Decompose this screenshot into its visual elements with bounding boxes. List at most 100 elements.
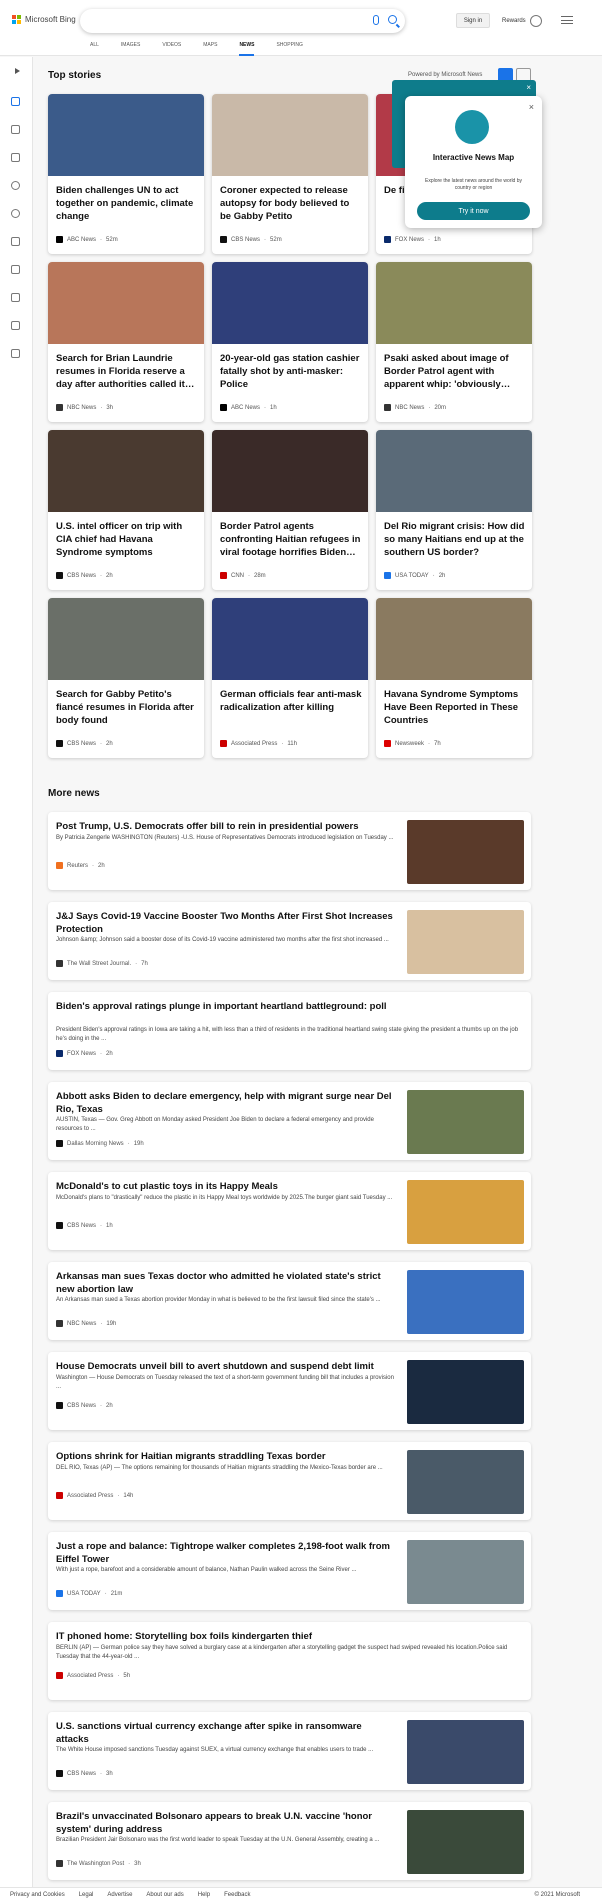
microphone-icon[interactable] <box>373 15 379 25</box>
news-source: The Washington Post · 3h <box>56 1860 141 1867</box>
tab-videos[interactable]: VIDEOS <box>162 42 181 56</box>
menu-icon[interactable] <box>561 16 573 24</box>
news-title: Options shrink for Haitian migrants stra… <box>56 1451 326 1462</box>
footer-link[interactable]: Privacy and Cookies <box>10 1892 65 1898</box>
story-card[interactable]: Biden challenges UN to act together on p… <box>48 94 204 254</box>
news-row[interactable]: Options shrink for Haitian migrants stra… <box>48 1442 531 1520</box>
news-source: Associated Press · 14h <box>56 1492 133 1499</box>
source-logo-icon <box>384 740 391 747</box>
rewards-button[interactable]: Rewards <box>502 15 542 27</box>
story-card[interactable]: Border Patrol agents confronting Haitian… <box>212 430 368 590</box>
news-thumbnail <box>407 1090 524 1154</box>
news-description: AUSTIN, Texas — Gov. Greg Abbott on Mond… <box>56 1117 374 1132</box>
story-title: Search for Gabby Petito's fiancé resumes… <box>56 689 194 726</box>
bing-logo[interactable]: Microsoft Bing <box>12 15 76 24</box>
story-card[interactable]: Coroner expected to release autopsy for … <box>212 94 368 254</box>
search-input[interactable] <box>80 9 405 33</box>
story-title: Havana Syndrome Symptoms Have Been Repor… <box>384 689 519 726</box>
rocket-icon[interactable] <box>11 265 20 274</box>
news-row[interactable]: Biden's approval ratings plunge in impor… <box>48 992 531 1070</box>
flag-icon[interactable] <box>11 153 20 162</box>
footer-link[interactable]: Feedback <box>224 1892 250 1898</box>
source-logo-icon <box>384 404 391 411</box>
news-age: 21m <box>110 1590 123 1597</box>
footer-link[interactable]: About our ads <box>146 1892 183 1898</box>
government-icon[interactable] <box>11 321 20 330</box>
story-card[interactable]: German officials fear anti-mask radicali… <box>212 598 368 758</box>
news-row[interactable]: IT phoned home: Storytelling box foils k… <box>48 1622 531 1700</box>
expand-chevron-icon[interactable] <box>11 67 20 76</box>
source-logo-icon <box>56 1140 63 1147</box>
news-thumbnail <box>407 910 524 974</box>
separator: · <box>117 1492 120 1499</box>
science-icon[interactable] <box>11 237 20 246</box>
news-description: DEL RIO, Texas (AP) — The options remain… <box>56 1465 383 1471</box>
source-logo-icon <box>220 740 227 747</box>
separator: · <box>281 740 284 747</box>
news-row[interactable]: Abbott asks Biden to declare emergency, … <box>48 1082 531 1160</box>
news-description: An Arkansas man sued a Texas abortion pr… <box>56 1297 381 1303</box>
search-icon[interactable] <box>388 15 397 24</box>
story-card[interactable]: Search for Gabby Petito's fiancé resumes… <box>48 598 204 758</box>
tab-maps[interactable]: MAPS <box>203 42 217 56</box>
film-icon[interactable] <box>11 293 20 302</box>
tab-all[interactable]: ALL <box>90 42 99 56</box>
home-icon[interactable] <box>11 97 20 106</box>
story-age: 1h <box>434 236 441 243</box>
separator: · <box>127 1140 130 1147</box>
try-it-now-button[interactable]: Try it now <box>417 202 530 220</box>
footer-link[interactable]: Legal <box>79 1892 94 1898</box>
virus-icon[interactable] <box>11 125 20 134</box>
news-source: FOX News · 2h <box>56 1050 113 1057</box>
source-name: Associated Press <box>67 1492 114 1499</box>
story-image <box>212 94 368 176</box>
story-image <box>48 94 204 176</box>
source-logo-icon <box>56 1860 63 1867</box>
news-row[interactable]: House Democrats unveil bill to avert shu… <box>48 1352 531 1430</box>
news-source: The Wall Street Journal. · 7h <box>56 960 148 967</box>
news-row[interactable]: Arkansas man sues Texas doctor who admit… <box>48 1262 531 1340</box>
story-card[interactable]: U.S. intel officer on trip with CIA chie… <box>48 430 204 590</box>
tab-news[interactable]: NEWS <box>239 42 255 56</box>
globe-icon[interactable] <box>11 209 20 218</box>
separator: · <box>264 404 267 411</box>
money-icon[interactable] <box>11 349 20 358</box>
sign-in-button[interactable]: Sign in <box>456 13 490 28</box>
news-age: 3h <box>134 1860 141 1867</box>
separator: · <box>100 1770 103 1777</box>
news-row[interactable]: Post Trump, U.S. Democrats offer bill to… <box>48 812 531 890</box>
popup-title: Interactive News Map <box>432 153 515 162</box>
source-logo-icon <box>56 1492 63 1499</box>
news-source: USA TODAY · 21m <box>56 1590 122 1597</box>
news-row[interactable]: Just a rope and balance: Tightrope walke… <box>48 1532 531 1610</box>
news-title: IT phoned home: Storytelling box foils k… <box>56 1631 312 1642</box>
news-source: Reuters · 2h <box>56 862 105 869</box>
left-sidebar <box>0 57 33 1887</box>
story-card[interactable]: Psaki asked about image of Border Patrol… <box>376 262 532 422</box>
story-source: CBS News · 2h <box>56 740 113 747</box>
story-card[interactable]: Havana Syndrome Symptoms Have Been Repor… <box>376 598 532 758</box>
news-row[interactable]: McDonald's to cut plastic toys in its Ha… <box>48 1172 531 1250</box>
source-logo-icon <box>220 404 227 411</box>
location-pin-icon[interactable] <box>11 181 20 190</box>
news-title: Arkansas man sues Texas doctor who admit… <box>56 1271 381 1295</box>
news-row[interactable]: J&J Says Covid-19 Vaccine Booster Two Mo… <box>48 902 531 980</box>
story-source: CNN · 28m <box>220 572 266 579</box>
tab-images[interactable]: IMAGES <box>121 42 140 56</box>
tab-shopping[interactable]: SHOPPING <box>276 42 302 56</box>
story-card[interactable]: Search for Brian Laundrie resumes in Flo… <box>48 262 204 422</box>
story-card[interactable]: Del Rio migrant crisis: How did so many … <box>376 430 532 590</box>
story-age: 2h <box>106 572 113 579</box>
source-name: NBC News <box>67 1320 97 1327</box>
news-row[interactable]: U.S. sanctions virtual currency exchange… <box>48 1712 531 1790</box>
footer-link[interactable]: Help <box>198 1892 210 1898</box>
news-row[interactable]: Brazil's unvaccinated Bolsonaro appears … <box>48 1802 531 1880</box>
story-source: FOX News · 1h <box>384 236 441 243</box>
story-age: 28m <box>254 572 266 579</box>
popup-close-icon[interactable]: × <box>529 102 534 112</box>
close-icon[interactable]: × <box>526 83 531 92</box>
rewards-label: Rewards <box>502 18 526 24</box>
story-card[interactable]: 20-year-old gas station cashier fatally … <box>212 262 368 422</box>
story-source: USA TODAY · 2h <box>384 572 445 579</box>
footer-link[interactable]: Advertise <box>107 1892 132 1898</box>
